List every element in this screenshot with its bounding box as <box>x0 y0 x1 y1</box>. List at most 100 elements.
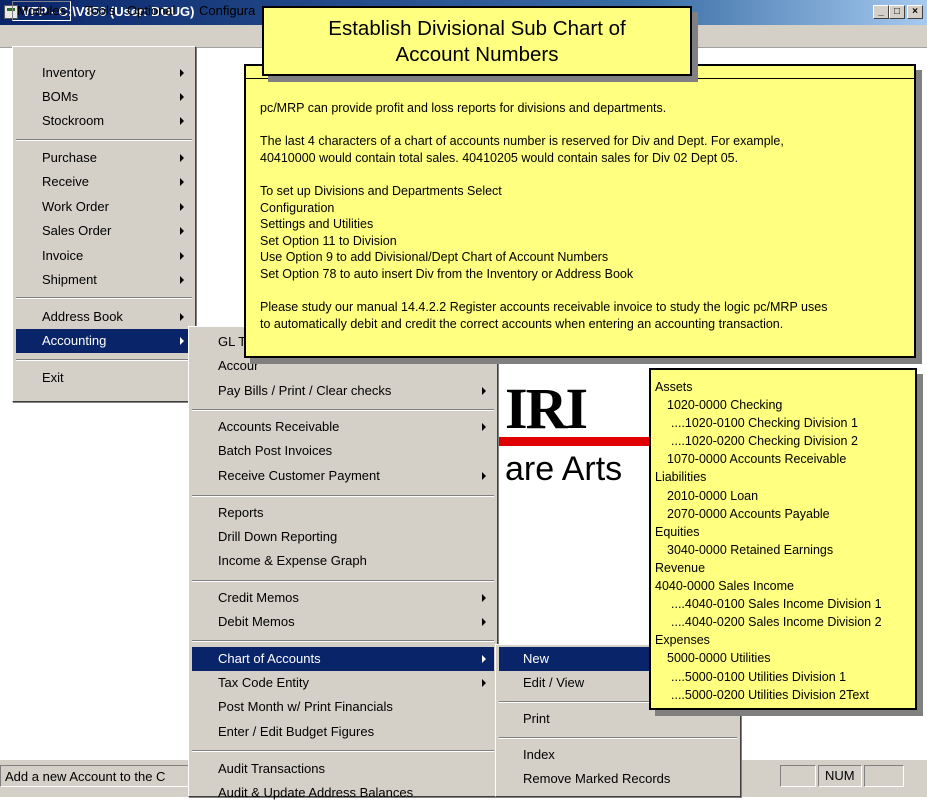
menu-separator <box>192 640 494 642</box>
menu-item-post-month[interactable]: Post Month w/ Print Financials <box>192 695 494 719</box>
account-line: ....4040-0200 Sales Income Division 2 <box>671 615 882 630</box>
menu-item-stockroom[interactable]: Stockroom <box>16 109 192 133</box>
chevron-right-icon <box>482 655 486 663</box>
info-callout: pc/MRP can provide profit and loss repor… <box>244 64 916 358</box>
account-line: 1070-0000 Accounts Receivable <box>667 452 847 467</box>
callout-title-line: Account Numbers <box>395 43 559 66</box>
menu-item-address-book[interactable]: Address Book <box>16 305 192 329</box>
account-category: Expenses <box>655 633 710 648</box>
menu-separator <box>16 359 192 361</box>
chevron-right-icon <box>180 337 184 345</box>
menu-optional[interactable]: Optional <box>124 3 178 19</box>
menu-item-pay-bills[interactable]: Pay Bills / Print / Clear checks <box>192 379 494 403</box>
logo-subtitle: are Arts <box>505 450 623 488</box>
menu-separator <box>16 139 192 141</box>
menu-item-remove-marked-records[interactable]: Remove Marked Records <box>499 767 737 791</box>
menu-item-invoice[interactable]: Invoice <box>16 244 192 268</box>
menu-modules[interactable]: Modules <box>12 1 72 21</box>
account-category: Revenue <box>655 560 706 575</box>
chevron-right-icon <box>482 594 486 602</box>
account-line: ....1020-0200 Checking Division 2 <box>671 434 858 449</box>
accounts-example-callout: Assets 1020-0000 Checking ....1020-0100 … <box>649 368 917 710</box>
chevron-right-icon <box>482 387 486 395</box>
info-step: To set up Divisions and Departments Sele… <box>260 183 502 198</box>
title-callout: Establish Divisional Sub Chart of Accoun… <box>262 6 692 76</box>
info-paragraph: to automatically debit and credit the co… <box>260 316 784 331</box>
account-line: 3040-0000 Retained Earnings <box>667 542 834 557</box>
menu-separator <box>192 409 494 411</box>
info-paragraph: 40410000 would contain total sales. 4041… <box>260 150 739 165</box>
account-line: 2010-0000 Loan <box>667 488 759 503</box>
menu-tools[interactable]: Tools <box>82 3 118 19</box>
callout-title-line: Establish Divisional Sub Chart of <box>328 17 626 40</box>
menu-item-drill-down-reporting[interactable]: Drill Down Reporting <box>192 525 494 549</box>
chevron-right-icon <box>180 117 184 125</box>
maximize-button[interactable]: □ <box>889 5 905 19</box>
info-step: Use Option 9 to add Divisional/Dept Char… <box>260 250 609 265</box>
menu-item-boms[interactable]: BOMs <box>16 85 192 109</box>
chevron-right-icon <box>482 618 486 626</box>
close-button[interactable]: × <box>907 5 923 19</box>
chevron-right-icon <box>180 252 184 260</box>
logo-text: IRI <box>505 376 588 441</box>
modules-dropdown: Inventory BOMs Stockroom Purchase Receiv… <box>12 46 196 402</box>
menu-item-receive[interactable]: Receive <box>16 170 192 194</box>
account-line: 4040-0000 Sales Income <box>655 579 794 594</box>
menu-item-purchase[interactable]: Purchase <box>16 146 192 170</box>
menu-item-sales-order[interactable]: Sales Order <box>16 219 192 243</box>
account-line: 2070-0000 Accounts Payable <box>667 506 830 521</box>
accounting-submenu: GL Tr Accour Pay Bills / Print / Clear c… <box>188 326 498 800</box>
menu-item-chart-of-accounts[interactable]: Chart of Accounts <box>192 647 494 671</box>
status-panel <box>780 765 816 787</box>
menu-separator <box>16 297 192 299</box>
account-line: ....1020-0100 Checking Division 1 <box>671 416 858 431</box>
chevron-right-icon <box>180 154 184 162</box>
chevron-right-icon <box>180 227 184 235</box>
menu-item-index[interactable]: Index <box>499 743 737 767</box>
menu-item-accounting[interactable]: Accounting <box>16 329 192 353</box>
account-category: Liabilities <box>655 470 707 485</box>
chevron-right-icon <box>180 178 184 186</box>
menu-separator <box>192 750 494 752</box>
chevron-right-icon <box>482 679 486 687</box>
menu-item-exit[interactable]: Exit <box>16 366 192 390</box>
menu-item-work-order[interactable]: Work Order <box>16 195 192 219</box>
info-step: Settings and Utilities <box>260 217 374 232</box>
account-category: Equities <box>655 524 700 539</box>
info-step: Set Option 11 to Division <box>260 233 397 248</box>
menu-separator <box>499 737 737 739</box>
menu-item-accounts-receivable[interactable]: Accounts Receivable <box>192 415 494 439</box>
menu-separator <box>192 580 494 582</box>
menu-item-income-expense-graph[interactable]: Income & Expense Graph <box>192 549 494 573</box>
chevron-right-icon <box>180 69 184 77</box>
menu-item-tax-code-entity[interactable]: Tax Code Entity <box>192 671 494 695</box>
menu-item-debit-memos[interactable]: Debit Memos <box>192 610 494 634</box>
menu-item-batch-post-invoices[interactable]: Batch Post Invoices <box>192 439 494 463</box>
chevron-right-icon <box>180 203 184 211</box>
account-category: Assets <box>655 380 693 394</box>
menu-item-inventory[interactable]: Inventory <box>16 61 192 85</box>
menu-item-reports[interactable]: Reports <box>192 501 494 525</box>
status-message: Add a new Account to the C <box>0 765 200 787</box>
menu-item-audit-address-balances[interactable]: Audit & Update Address Balances <box>192 781 494 805</box>
info-paragraph: The last 4 characters of a chart of acco… <box>260 134 784 149</box>
menu-item-budget-figures[interactable]: Enter / Edit Budget Figures <box>192 720 494 744</box>
chevron-right-icon <box>482 423 486 431</box>
chevron-right-icon <box>180 313 184 321</box>
account-line: 5000-0000 Utilities <box>667 651 771 666</box>
chevron-right-icon <box>180 276 184 284</box>
chevron-right-icon <box>482 472 486 480</box>
menu-separator <box>192 495 494 497</box>
menu-item-audit-transactions[interactable]: Audit Transactions <box>192 757 494 781</box>
menu-item-credit-memos[interactable]: Credit Memos <box>192 586 494 610</box>
account-line: ....5000-0100 Utilities Division 1 <box>671 669 847 684</box>
status-panel <box>864 765 904 787</box>
minimize-button[interactable]: _ <box>873 5 889 19</box>
menu-configuration[interactable]: Configura <box>196 3 258 19</box>
menu-item-print[interactable]: Print <box>499 707 737 731</box>
info-step: Set Option 78 to auto insert Div from th… <box>260 266 634 281</box>
menu-item-shipment[interactable]: Shipment <box>16 268 192 292</box>
num-lock-indicator: NUM <box>818 765 862 787</box>
account-line: ....4040-0100 Sales Income Division 1 <box>671 597 882 612</box>
menu-item-receive-customer-payment[interactable]: Receive Customer Payment <box>192 464 494 488</box>
